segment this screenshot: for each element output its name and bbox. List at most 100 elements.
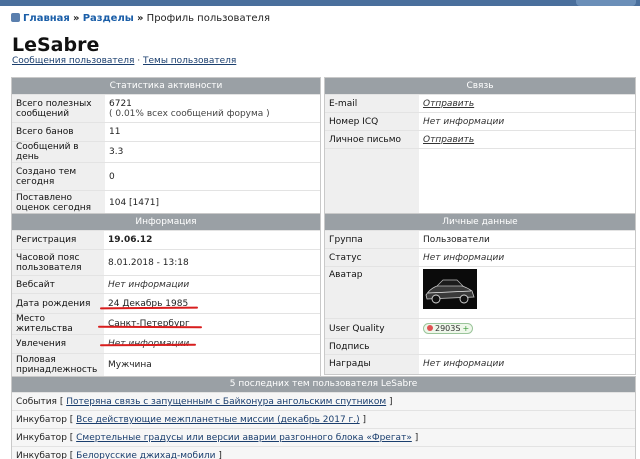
stats-row: Всего банов 11	[12, 122, 320, 142]
info-panel: Информация Регистрация 19.06.12 Часовой …	[11, 213, 321, 378]
topic-section: События	[16, 397, 57, 407]
activity-stats-panel: Статистика активности Всего полезных соо…	[11, 77, 321, 216]
stats-label: Сообщений в день	[12, 141, 105, 163]
topic-link[interactable]: Смертельные градусы или версии аварии ра…	[76, 433, 412, 443]
info-label: Регистрация	[12, 230, 104, 250]
personal-row: User Quality 2903S +	[325, 318, 635, 339]
info-label: Вебсайт	[12, 275, 104, 294]
info-value: 24 Декабрь 1985	[104, 293, 320, 314]
breadcrumb-home-link[interactable]: Главная	[23, 13, 70, 24]
info-label: Половая принадлежность	[12, 353, 104, 377]
info-row: Регистрация 19.06.12	[12, 230, 320, 250]
stats-label: Создано тем сегодня	[12, 162, 105, 191]
info-value: Санкт-Петербург	[104, 313, 320, 335]
topic-link[interactable]: Все действующие межпланетные миссии (дек…	[76, 415, 360, 425]
send-private-message-link[interactable]: Отправить	[423, 135, 474, 145]
car-image	[423, 269, 477, 309]
contact-label: Номер ICQ	[325, 112, 419, 131]
stats-label: Поставлено оценок сегодня	[12, 190, 105, 215]
info-label: Дата рождения	[12, 293, 104, 314]
user-topics-link[interactable]: Темы пользователя	[143, 56, 236, 66]
quality-plus-icon[interactable]: +	[462, 324, 469, 333]
personal-data-panel: Личные данные Группа Пользователи Статус…	[324, 213, 636, 375]
breadcrumb: Главная » Разделы » Профиль пользователя	[11, 13, 270, 24]
stats-row: Создано тем сегодня 0	[12, 162, 320, 191]
panel-header: Личные данные	[325, 214, 635, 230]
personal-row: Аватар	[325, 266, 635, 319]
info-value: 19.06.12	[104, 230, 320, 250]
personal-value: Нет информации	[419, 248, 635, 267]
personal-row: Подпись	[325, 338, 635, 355]
stats-value-note: ( 0.01% всех сообщений форума )	[109, 108, 270, 119]
info-label: Увлечения	[12, 334, 104, 354]
personal-label: User Quality	[325, 318, 419, 339]
info-value: Нет информации	[104, 275, 320, 294]
info-row: Дата рождения 24 Декабрь 1985	[12, 293, 320, 314]
send-email-link[interactable]: Отправить	[423, 99, 474, 109]
info-row: Вебсайт Нет информации	[12, 275, 320, 294]
topic-link[interactable]: Белорусские джихад-мобили	[76, 451, 215, 459]
breadcrumb-separator: »	[73, 13, 80, 24]
stats-value: 11	[105, 122, 320, 142]
personal-label: Награды	[325, 354, 419, 374]
user-quality-badge[interactable]: 2903S +	[423, 323, 474, 334]
info-row: Половая принадлежность Мужчина	[12, 353, 320, 377]
personal-row: Группа Пользователи	[325, 230, 635, 249]
quality-dot-icon	[427, 325, 433, 331]
stats-row: Сообщений в день 3.3	[12, 141, 320, 163]
topic-row: Инкубатор [ Все действующие межпланетные…	[12, 410, 635, 428]
contact-filler-row	[325, 148, 635, 213]
info-row: Место жительства Санкт-Петербург	[12, 313, 320, 335]
user-quality-value: 2903S	[435, 324, 461, 333]
topic-row: Инкубатор [ Белорусские джихад-мобили ]	[12, 446, 635, 459]
personal-value	[419, 338, 635, 355]
avatar	[423, 269, 477, 309]
contact-row: Номер ICQ Нет информации	[325, 112, 635, 131]
personal-value: Пользователи	[419, 230, 635, 249]
home-icon	[11, 13, 20, 22]
last-topics-panel: 5 последних тем пользователя LeSabre Соб…	[11, 376, 636, 459]
info-value: 8.01.2018 - 13:18	[104, 249, 320, 276]
topic-link[interactable]: Потеряна связь с запущенным с Байконура …	[66, 397, 386, 407]
personal-row: Статус Нет информации	[325, 248, 635, 267]
contact-row: Личное письмо Отправить	[325, 130, 635, 149]
personal-row: Награды Нет информации	[325, 354, 635, 374]
stats-row: Поставлено оценок сегодня 104 [1471]	[12, 190, 320, 215]
panel-header: 5 последних тем пользователя LeSabre	[12, 377, 635, 392]
contact-label: Личное письмо	[325, 130, 419, 149]
contact-value: Нет информации	[419, 112, 635, 131]
topic-section: Инкубатор	[16, 415, 67, 425]
stats-label: Всего полезных сообщений	[12, 94, 105, 123]
stats-value: 104 [1471]	[105, 190, 320, 215]
user-links: Сообщения пользователя · Темы пользовате…	[12, 56, 236, 66]
breadcrumb-separator: »	[137, 13, 144, 24]
stats-row: Всего полезных сообщений 6721 ( 0.01% вс…	[12, 94, 320, 123]
personal-label: Группа	[325, 230, 419, 249]
top-right-button[interactable]	[576, 0, 636, 6]
personal-label: Аватар	[325, 266, 419, 319]
panel-header: Статистика активности	[12, 78, 320, 94]
panel-header: Информация	[12, 214, 320, 230]
personal-label: Подпись	[325, 338, 419, 355]
contact-row: E-mail Отправить	[325, 94, 635, 113]
breadcrumb-sections-link[interactable]: Разделы	[83, 13, 134, 24]
top-navigation-bar	[0, 0, 640, 6]
panel-header: Связь	[325, 78, 635, 94]
user-posts-link[interactable]: Сообщения пользователя	[12, 56, 134, 66]
topic-section: Инкубатор	[16, 433, 67, 443]
contact-panel: Связь E-mail Отправить Номер ICQ Нет инф…	[324, 77, 636, 214]
stats-value: 6721 ( 0.01% всех сообщений форума )	[105, 94, 320, 123]
stats-label: Всего банов	[12, 122, 105, 142]
personal-value: Нет информации	[419, 354, 635, 374]
page-title-username: LeSabre	[12, 34, 100, 56]
stats-value: 3.3	[105, 141, 320, 163]
stats-value: 0	[105, 162, 320, 191]
topic-row: Инкубатор [ Смертельные градусы или верс…	[12, 428, 635, 446]
info-value: Мужчина	[104, 353, 320, 377]
personal-label: Статус	[325, 248, 419, 267]
contact-label: E-mail	[325, 94, 419, 113]
link-separator: ·	[137, 56, 141, 66]
topic-row: События [ Потеряна связь с запущенным с …	[12, 392, 635, 410]
stats-value-number: 6721	[109, 98, 132, 109]
breadcrumb-current: Профиль пользователя	[146, 13, 270, 24]
